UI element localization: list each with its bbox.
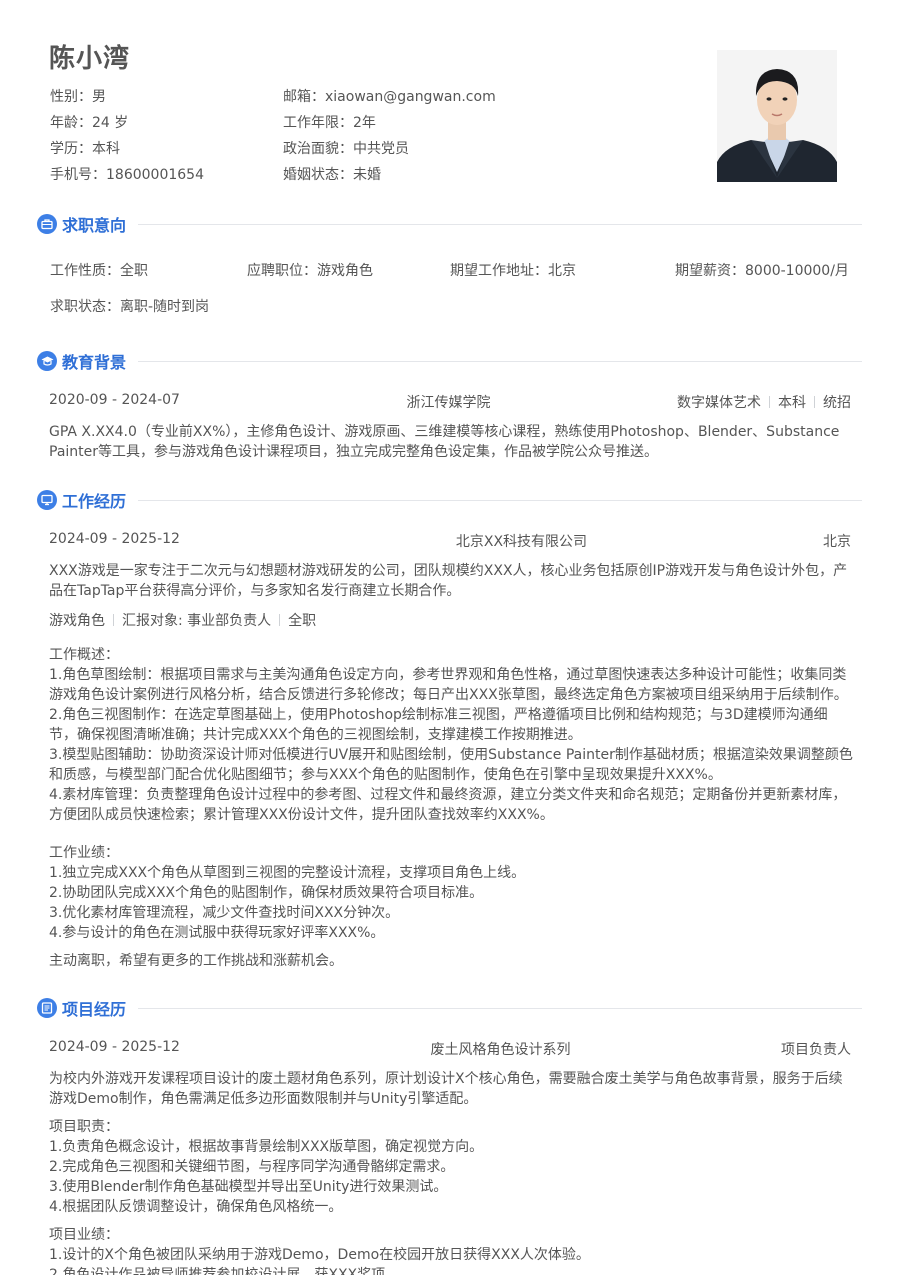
section-divider bbox=[138, 1007, 862, 1009]
info-email: 邮箱：xiaowan@gangwan.com bbox=[283, 89, 496, 105]
section-title: 求职意向 bbox=[62, 216, 127, 235]
education-school: 浙江传媒学院 bbox=[406, 395, 491, 411]
section-title: 教育背景 bbox=[62, 353, 127, 372]
section-job-intent: 求职意向 bbox=[37, 212, 862, 236]
intent-status: 求职状态：离职-随时到岗 bbox=[50, 299, 210, 315]
section-divider bbox=[138, 360, 862, 362]
intent-nature: 工作性质：全职 bbox=[50, 263, 148, 279]
education-period: 2020-09 - 2024-07 bbox=[49, 392, 180, 408]
project-period: 2024-09 - 2025-12 bbox=[49, 1039, 180, 1055]
intent-salary: 期望薪资：8000-10000/月 bbox=[675, 263, 849, 279]
education-header: 2020-09 - 2024-07 浙江传媒学院 数字媒体艺术 本科 统招 bbox=[49, 392, 851, 412]
education-description: GPA X.XX4.0（专业前XX%），主修角色设计、游戏原画、三维建模等核心课… bbox=[49, 424, 840, 460]
info-years: 工作年限：2年 bbox=[283, 115, 376, 131]
work-achievements: 工作业绩： 1.独立完成XXX个角色从草图到三视图的完整设计流程，支撑项目角色上… bbox=[49, 845, 526, 941]
resume-page: 陈小湾 性别：男 年龄：24 岁 学历：本科 手机号：18600001654 邮… bbox=[0, 0, 900, 1275]
info-marital: 婚姻状态：未婚 bbox=[283, 167, 381, 183]
work-city: 北京 bbox=[822, 534, 851, 550]
work-tags: 游戏角色 汇报对象: 事业部负责人 全职 bbox=[49, 613, 317, 629]
briefcase-icon bbox=[37, 214, 57, 234]
section-divider bbox=[138, 499, 862, 501]
intent-location: 期望工作地址：北京 bbox=[450, 263, 576, 279]
info-political: 政治面貌：中共党员 bbox=[283, 141, 409, 157]
section-project: 项目经历 bbox=[37, 996, 862, 1020]
work-company: 北京XX科技有限公司 bbox=[455, 534, 588, 550]
project-role: 项目负责人 bbox=[780, 1042, 851, 1058]
section-work: 工作经历 bbox=[37, 488, 862, 512]
profile-photo bbox=[717, 50, 837, 182]
info-phone: 手机号：18600001654 bbox=[50, 167, 204, 183]
work-company-description: XXX游戏是一家专注于二次元与幻想题材游戏研发的公司，团队规模约XXX人，核心业… bbox=[49, 563, 848, 599]
intent-position: 应聘职位：游戏角色 bbox=[247, 263, 373, 279]
monitor-icon bbox=[37, 490, 57, 510]
work-overview: 工作概述： 1.角色草图绘制：根据项目需求与主美沟通角色设定方向，参考世界观和角… bbox=[49, 647, 853, 823]
section-title: 工作经历 bbox=[62, 492, 127, 511]
work-leave-reason: 主动离职，希望有更多的工作挑战和涨薪机会。 bbox=[49, 953, 343, 969]
list-icon bbox=[37, 998, 57, 1018]
project-header: 2024-09 - 2025-12 废土风格角色设计系列 项目负责人 bbox=[49, 1039, 851, 1059]
education-meta: 数字媒体艺术 本科 统招 bbox=[676, 395, 851, 411]
info-education: 学历：本科 bbox=[50, 141, 120, 157]
work-header: 2024-09 - 2025-12 北京XX科技有限公司 北京 bbox=[49, 531, 851, 551]
section-education: 教育背景 bbox=[37, 349, 862, 373]
project-description: 为校内外游戏开发课程项目设计的废土题材角色系列，原计划设计X个核心角色，需要融合… bbox=[49, 1071, 843, 1107]
project-duties: 项目职责： 1.负责角色概念设计，根据故事背景绘制XXX版草图，确定视觉方向。 … bbox=[49, 1119, 484, 1215]
info-gender: 性别：男 bbox=[50, 89, 106, 105]
section-divider bbox=[138, 223, 862, 225]
work-period: 2024-09 - 2025-12 bbox=[49, 531, 180, 547]
graduation-cap-icon bbox=[37, 351, 57, 371]
candidate-name: 陈小湾 bbox=[49, 44, 131, 74]
project-name: 废土风格角色设计系列 bbox=[430, 1042, 571, 1058]
section-title: 项目经历 bbox=[62, 1000, 127, 1019]
info-age: 年龄：24 岁 bbox=[50, 115, 129, 131]
project-achievements: 项目业绩： 1.设计的X个角色被团队采纳用于游戏Demo，Demo在校园开放日获… bbox=[49, 1227, 590, 1275]
